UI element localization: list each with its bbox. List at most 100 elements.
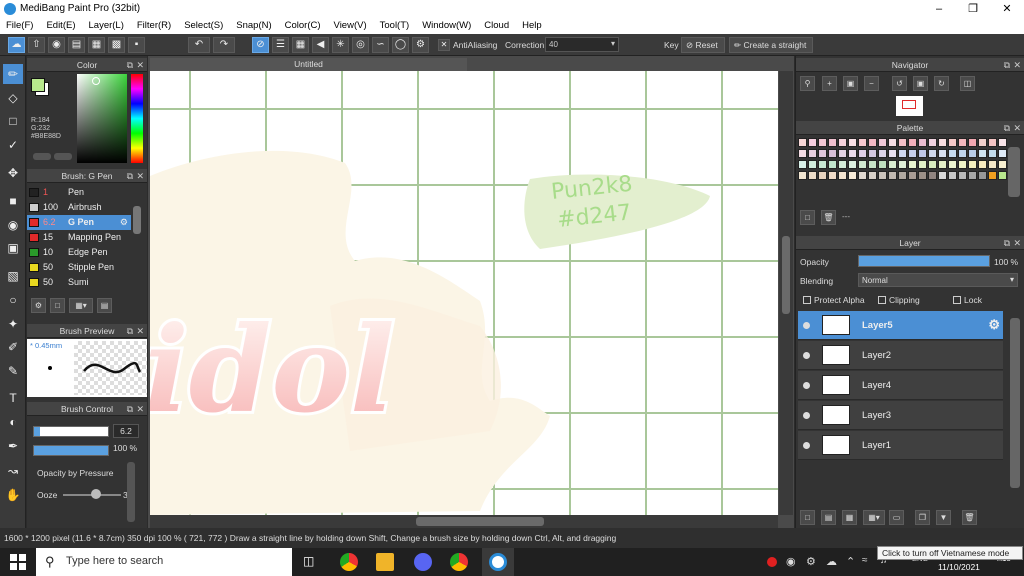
- palette-swatch[interactable]: [918, 160, 927, 169]
- saturation-value-picker[interactable]: [77, 74, 127, 163]
- panel-popout-icon[interactable]: ⧉: [127, 324, 133, 338]
- palette-swatch[interactable]: [798, 149, 807, 158]
- palette-swatch[interactable]: [818, 138, 827, 147]
- new-folder-icon[interactable]: ▭: [889, 510, 904, 525]
- medibang-taskbar-button[interactable]: [482, 548, 514, 576]
- palette-swatch[interactable]: [888, 171, 897, 180]
- panel-popout-icon[interactable]: ⧉: [1004, 58, 1010, 72]
- visibility-eye-icon[interactable]: [803, 382, 810, 389]
- radial-snap-icon[interactable]: ✳: [332, 37, 349, 53]
- windows-start-icon[interactable]: [10, 554, 26, 570]
- menu-file[interactable]: File(F): [0, 18, 40, 34]
- panel-popout-icon[interactable]: ⧉: [127, 58, 133, 72]
- menu-layer[interactable]: Layer(L): [83, 18, 131, 34]
- palette-swatch[interactable]: [798, 171, 807, 180]
- palette-swatch[interactable]: [828, 171, 837, 180]
- palette-swatch[interactable]: [838, 138, 847, 147]
- discord-icon[interactable]: [414, 553, 432, 571]
- palette-swatch[interactable]: [868, 138, 877, 147]
- palette-swatch[interactable]: [798, 138, 807, 147]
- panel-close-icon[interactable]: ✕: [1013, 58, 1021, 72]
- page-icon[interactable]: ▦: [88, 37, 105, 53]
- panel-close-icon[interactable]: ✕: [136, 58, 144, 72]
- menu-view[interactable]: View(V): [328, 18, 374, 34]
- palette-swatch[interactable]: [808, 171, 817, 180]
- rotate-left-icon[interactable]: ↺: [892, 76, 907, 91]
- select-tool-icon[interactable]: ▧: [3, 266, 23, 286]
- color-picker-handle[interactable]: [92, 77, 100, 85]
- palette-swatch[interactable]: [908, 149, 917, 158]
- fit-window-icon[interactable]: ▣: [913, 76, 928, 91]
- canvas-vertical-scrollbar[interactable]: [779, 71, 793, 515]
- palette-swatch[interactable]: [848, 138, 857, 147]
- panel-close-icon[interactable]: ✕: [136, 402, 144, 416]
- layer-row-layer4[interactable]: Layer4: [798, 371, 1003, 400]
- palette-swatch[interactable]: [818, 160, 827, 169]
- palette-swatch[interactable]: [828, 138, 837, 147]
- menu-tool[interactable]: Tool(T): [374, 18, 417, 34]
- duplicate-layer-icon[interactable]: ❐: [915, 510, 930, 525]
- palette-swatch[interactable]: [888, 160, 897, 169]
- brush-item-stipple-pen[interactable]: 50 Stipple Pen: [27, 260, 131, 275]
- layer-settings-gear-icon[interactable]: ⚙: [988, 317, 1000, 333]
- brush-size-slider[interactable]: [33, 426, 109, 437]
- discord-tray-icon[interactable]: ◉: [786, 555, 796, 568]
- palette-swatch[interactable]: [868, 171, 877, 180]
- palette-swatch[interactable]: [808, 149, 817, 158]
- chrome-icon[interactable]: [340, 553, 358, 571]
- palette-swatch[interactable]: [838, 171, 847, 180]
- panel-popout-icon[interactable]: ⧉: [127, 169, 133, 183]
- palette-swatch[interactable]: [878, 171, 887, 180]
- antialiasing-checkbox[interactable]: ✕: [438, 39, 450, 51]
- menu-edit[interactable]: Edit(E): [40, 18, 82, 34]
- palette-swatch[interactable]: [868, 149, 877, 158]
- palette-swatch[interactable]: [978, 149, 987, 158]
- palette-swatch[interactable]: [838, 149, 847, 158]
- palette-swatch[interactable]: [828, 160, 837, 169]
- palette-scrollbar[interactable]: [1008, 147, 1020, 197]
- palette-swatch[interactable]: [958, 149, 967, 158]
- palette-swatch[interactable]: [878, 160, 887, 169]
- palette-swatch[interactable]: [978, 138, 987, 147]
- new-layer-icon[interactable]: □: [800, 510, 815, 525]
- brush-item-g-pen[interactable]: 6.2 G Pen ⚙: [27, 215, 131, 230]
- panel-divide-tool-icon[interactable]: ◐: [3, 412, 23, 432]
- add-palette-icon[interactable]: □: [800, 210, 815, 225]
- palette-swatch[interactable]: [938, 138, 947, 147]
- rotate-right-icon[interactable]: ↻: [934, 76, 949, 91]
- palette-swatch[interactable]: [928, 160, 937, 169]
- brush-item-sumi[interactable]: 50 Sumi: [27, 275, 131, 290]
- new-brush-icon[interactable]: □: [50, 298, 65, 313]
- layer-row-layer1[interactable]: Layer1: [798, 431, 1003, 460]
- grid-view-icon[interactable]: ▩: [108, 37, 125, 53]
- settings-gear-icon[interactable]: ⚙: [412, 37, 429, 53]
- color-eyedrop-toggle[interactable]: [54, 153, 72, 160]
- menu-filter[interactable]: Filter(R): [131, 18, 178, 34]
- brush-item-mapping-pen[interactable]: 15 Mapping Pen: [27, 230, 131, 245]
- task-view-icon[interactable]: ◫: [303, 554, 321, 570]
- palette-swatch[interactable]: [958, 171, 967, 180]
- brush-size-value[interactable]: 6.2: [113, 424, 139, 438]
- layer-row-layer5[interactable]: Layer5 ⚙: [798, 311, 1003, 340]
- document-tab[interactable]: Untitled: [150, 58, 467, 71]
- select-eraser-tool-icon[interactable]: ✎: [3, 361, 23, 381]
- palette-swatch[interactable]: [908, 171, 917, 180]
- menu-snap[interactable]: Snap(N): [230, 18, 278, 34]
- brush-copy-icon[interactable]: ▤: [97, 298, 112, 313]
- palette-swatch[interactable]: [888, 149, 897, 158]
- palette-swatch[interactable]: [898, 160, 907, 169]
- steam-tray-icon[interactable]: ⚙: [806, 555, 816, 568]
- palette-swatch[interactable]: [898, 171, 907, 180]
- cloud-tray-icon[interactable]: ☁: [826, 555, 837, 568]
- palette-swatch[interactable]: [808, 160, 817, 169]
- add-brush-icon[interactable]: ⚙: [31, 298, 46, 313]
- palette-swatch[interactable]: [798, 160, 807, 169]
- palette-swatch[interactable]: [938, 160, 947, 169]
- brush-item-edge-pen[interactable]: 10 Edge Pen: [27, 245, 131, 260]
- new-halftone-layer-icon[interactable]: ▦: [842, 510, 857, 525]
- parallel-snap-icon[interactable]: ☰: [272, 37, 289, 53]
- horizontal-scroll-thumb[interactable]: [416, 517, 544, 526]
- close-icon[interactable]: ✕: [990, 0, 1024, 18]
- palette-swatch[interactable]: [858, 171, 867, 180]
- zoom-fit-icon[interactable]: ⚲: [800, 76, 815, 91]
